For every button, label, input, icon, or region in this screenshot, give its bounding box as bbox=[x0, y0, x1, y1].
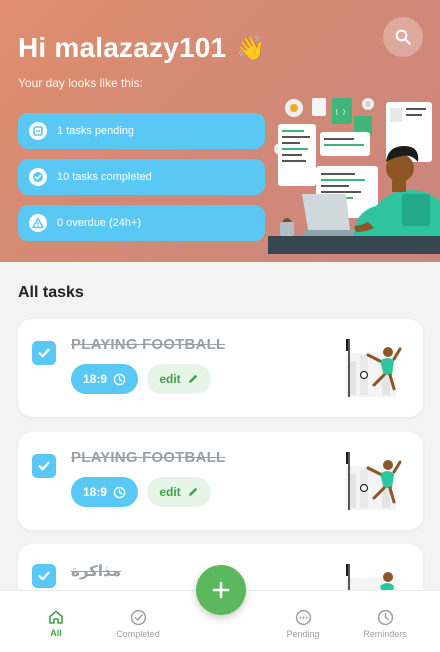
task-edit-button[interactable]: edit bbox=[147, 364, 211, 394]
stat-pending-label: 1 tasks pending bbox=[57, 125, 135, 137]
nav-item-reminders[interactable]: Reminders bbox=[345, 609, 425, 639]
nav-label-completed: Completed bbox=[116, 629, 160, 639]
plus-icon bbox=[212, 581, 230, 599]
edit-label: edit bbox=[159, 485, 181, 499]
search-button[interactable] bbox=[383, 17, 423, 57]
task-time-button[interactable]: 18:9 bbox=[71, 364, 138, 394]
task-checkbox[interactable] bbox=[32, 564, 56, 588]
task-title: مذاكرة bbox=[71, 563, 122, 580]
checkmark-icon bbox=[38, 348, 50, 358]
developer-illustration: { } bbox=[268, 98, 440, 254]
task-time-button[interactable]: 18:9 bbox=[71, 477, 138, 507]
clock-icon bbox=[113, 373, 126, 385]
add-task-button[interactable] bbox=[196, 565, 246, 615]
task-title: PLAYING FOOTBALL bbox=[71, 336, 226, 353]
nav-item-pending[interactable]: Pending bbox=[263, 609, 343, 639]
football-illustration bbox=[346, 452, 402, 510]
task-time: 18:9 bbox=[82, 485, 108, 499]
search-icon bbox=[395, 29, 411, 45]
task-checkbox[interactable] bbox=[32, 341, 56, 365]
nav-label-reminders: Reminders bbox=[363, 629, 407, 639]
task-card[interactable]: PLAYING FOOTBALL 18:9 edit bbox=[18, 319, 423, 417]
check-circle-icon bbox=[29, 168, 47, 186]
pending-icon bbox=[295, 609, 311, 626]
stat-overdue: 0 overdue (24h+) bbox=[18, 205, 265, 241]
wave-icon: 👋 bbox=[236, 34, 267, 62]
checkmark-icon bbox=[38, 461, 50, 471]
clock-icon bbox=[113, 486, 126, 498]
greeting-text: Hi malazazy101 bbox=[18, 32, 227, 63]
edit-label: edit bbox=[159, 372, 181, 386]
task-checkbox[interactable] bbox=[32, 454, 56, 478]
stat-completed-label: 10 tasks completed bbox=[57, 171, 152, 183]
football-illustration bbox=[346, 339, 402, 397]
task-edit-button[interactable]: edit bbox=[147, 477, 211, 507]
nav-label-all: All bbox=[50, 628, 62, 638]
stat-completed: 10 tasks completed bbox=[18, 159, 265, 195]
task-card[interactable]: PLAYING FOOTBALL 18:9 edit bbox=[18, 432, 423, 530]
nav-item-all[interactable]: All bbox=[16, 609, 96, 638]
section-title: All tasks bbox=[18, 284, 84, 301]
task-time: 18:9 bbox=[82, 372, 108, 386]
pencil-icon bbox=[188, 487, 197, 496]
check-circle-icon bbox=[130, 609, 146, 626]
clock-icon bbox=[377, 609, 393, 626]
nav-label-pending: Pending bbox=[286, 629, 320, 639]
task-title: PLAYING FOOTBALL bbox=[71, 449, 226, 466]
nav-item-completed[interactable]: Completed bbox=[98, 609, 178, 639]
pending-icon bbox=[29, 122, 47, 140]
stat-overdue-label: 0 overdue (24h+) bbox=[57, 217, 142, 229]
svg-text:{ }: { } bbox=[335, 109, 346, 116]
checkmark-icon bbox=[38, 571, 50, 581]
greeting-subtitle: Your day looks like this: bbox=[18, 76, 143, 90]
greeting-title: Hi malazazy101 👋 bbox=[18, 32, 266, 64]
header-banner: Hi malazazy101 👋 Your day looks like thi… bbox=[0, 0, 440, 262]
warning-icon bbox=[29, 214, 47, 232]
home-icon bbox=[49, 610, 63, 624]
pencil-icon bbox=[188, 374, 197, 383]
stat-pending: 1 tasks pending bbox=[18, 113, 265, 149]
